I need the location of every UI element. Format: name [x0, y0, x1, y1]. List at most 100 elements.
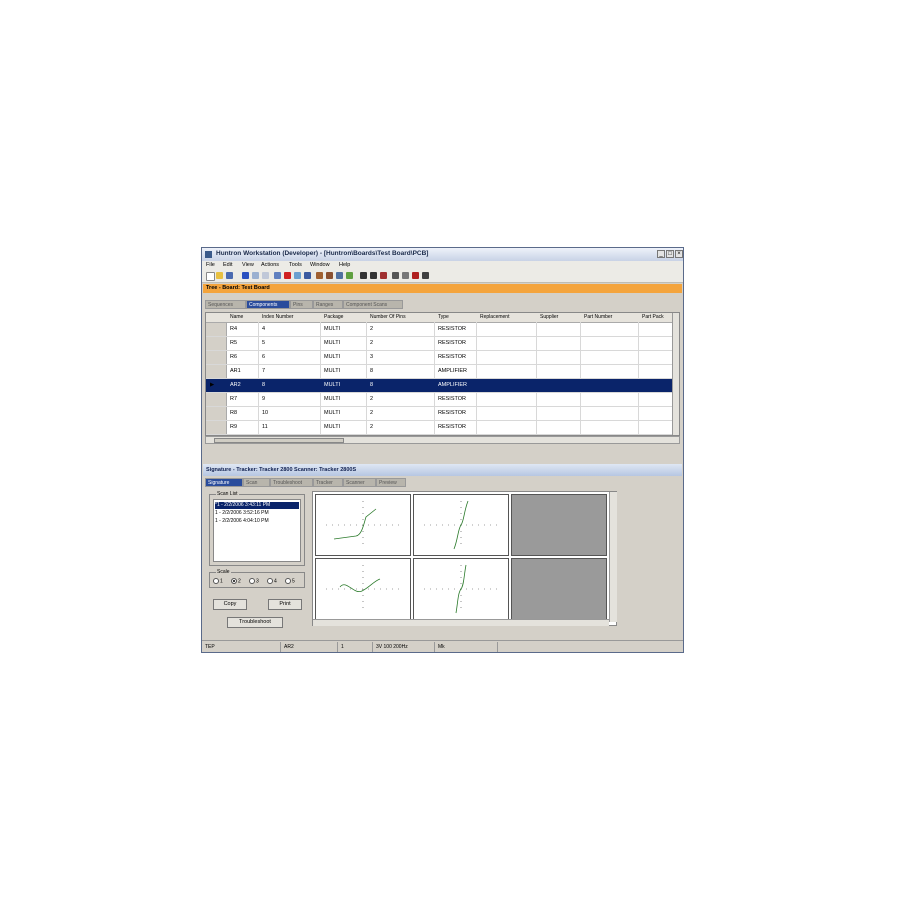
tab-pins[interactable]: Pins — [290, 300, 313, 309]
link-icon[interactable] — [294, 272, 301, 279]
status-pin: 1 — [341, 644, 344, 650]
grid-horizontal-scrollbar[interactable] — [205, 436, 680, 444]
table-cell: R8 — [230, 410, 238, 416]
prn-icon[interactable] — [422, 272, 429, 279]
prev-icon[interactable] — [392, 272, 399, 279]
tree-title: Tree - Board: Test Board — [206, 285, 270, 291]
add-icon[interactable] — [242, 272, 249, 279]
table-row[interactable]: R5 5 MULTI 2 RESISTOR — [206, 337, 679, 351]
minimize-button[interactable]: _ — [657, 250, 665, 258]
grid-vertical-scrollbar[interactable] — [672, 313, 679, 435]
empty-plot[interactable] — [511, 494, 607, 556]
scan-list-item[interactable]: 1 - 2/2/2006 4:04:10 PM — [215, 518, 299, 525]
troubleshoot-button[interactable]: Troubleshoot — [227, 617, 283, 628]
table-cell: MULTI — [324, 424, 341, 430]
table-row[interactable]: R9 11 MULTI 2 RESISTOR — [206, 421, 679, 435]
signature-plot[interactable] — [315, 558, 411, 620]
tab-tracker[interactable]: Tracker — [313, 478, 343, 487]
menu-window[interactable]: Window — [310, 262, 330, 268]
tab-ranges[interactable]: Ranges — [313, 300, 343, 309]
scan-list[interactable]: *1 - 2/2/2006 3:43:11 PM 1 - 2/2/2006 3:… — [213, 499, 301, 562]
tab-preview[interactable]: Preview — [376, 478, 406, 487]
menu-help[interactable]: Help — [339, 262, 350, 268]
table-cell: MULTI — [324, 354, 341, 360]
open-icon[interactable] — [216, 272, 223, 279]
table-cell: 2 — [370, 410, 374, 416]
scale-legend: Scale — [216, 569, 231, 575]
plots-horizontal-scrollbar[interactable] — [313, 619, 609, 626]
components-grid: Name Index Number Package Number Of Pins… — [205, 312, 680, 436]
scroll-thumb[interactable] — [214, 438, 344, 443]
maximize-button[interactable]: □ — [666, 250, 674, 258]
menu-bar: File Edit View Actions Tools Window Help — [202, 261, 683, 270]
scan-list-item[interactable]: 1 - 2/2/2006 3:52:16 PM — [215, 510, 299, 517]
table-row[interactable]: AR1 7 MULTI 8 AMPLIFIER — [206, 365, 679, 379]
paste-icon[interactable] — [262, 272, 269, 279]
col-name[interactable]: Name — [230, 314, 243, 320]
col-part-pack[interactable]: Part Pack — [642, 314, 664, 320]
table-row[interactable]: R8 10 MULTI 2 RESISTOR — [206, 407, 679, 421]
col-replacement[interactable]: Replacement — [480, 314, 509, 320]
cut-icon[interactable] — [274, 272, 281, 279]
col-supplier[interactable]: Supplier — [540, 314, 558, 320]
empty-plot[interactable] — [511, 558, 607, 620]
tracker-icon[interactable] — [360, 272, 367, 279]
component-tabs: Sequences Components Pins Ranges Compone… — [205, 300, 425, 309]
pin-icon[interactable] — [412, 272, 419, 279]
tab-components[interactable]: Components — [246, 300, 290, 309]
delete-icon[interactable] — [284, 272, 291, 279]
scan-icon[interactable] — [326, 272, 333, 279]
plots-vertical-scrollbar[interactable] — [609, 492, 617, 622]
wand-icon[interactable] — [336, 272, 343, 279]
copy-icon[interactable] — [252, 272, 259, 279]
menu-file[interactable]: File — [206, 262, 215, 268]
scale-radio-1[interactable]: 1 — [213, 578, 223, 584]
table-cell: RESISTOR — [438, 326, 467, 332]
close-button[interactable]: × — [675, 250, 683, 258]
curve-trace-3 — [326, 565, 400, 613]
tab-troubleshoot[interactable]: Troubleshoot — [270, 478, 313, 487]
probe-icon[interactable] — [316, 272, 323, 279]
table-row[interactable]: ▶ AR2 8 MULTI 8 AMPLIFIER — [206, 379, 679, 393]
tools-icon[interactable] — [304, 272, 311, 279]
col-pins[interactable]: Number Of Pins — [370, 314, 406, 320]
tab-sequences[interactable]: Sequences — [205, 300, 246, 309]
pcb-icon[interactable] — [380, 272, 387, 279]
signature-tabs: Signature Scan Troubleshoot Tracker Scan… — [205, 478, 406, 487]
tab-scanner[interactable]: Scanner — [343, 478, 376, 487]
tab-scan[interactable]: Scan — [243, 478, 270, 487]
signature-plot[interactable] — [413, 558, 509, 620]
table-row[interactable]: R4 4 MULTI 2 RESISTOR — [206, 323, 679, 337]
signature-plot[interactable] — [413, 494, 509, 556]
scale-radio-3[interactable]: 3 — [249, 578, 259, 584]
scan-list-item[interactable]: *1 - 2/2/2006 3:43:11 PM — [215, 502, 299, 509]
print-button[interactable]: Print — [268, 599, 302, 610]
table-row[interactable]: R7 9 MULTI 2 RESISTOR — [206, 393, 679, 407]
menu-actions[interactable]: Actions — [261, 262, 279, 268]
tree-header: Tree - Board: Test Board — [203, 284, 682, 293]
col-type[interactable]: Type — [438, 314, 449, 320]
copy-button[interactable]: Copy — [213, 599, 247, 610]
tab-signature[interactable]: Signature — [205, 478, 243, 487]
signature-plot[interactable] — [315, 494, 411, 556]
scale-radio-2[interactable]: 2 — [231, 578, 241, 584]
col-part-number[interactable]: Part Number — [584, 314, 612, 320]
menu-view[interactable]: View — [242, 262, 254, 268]
new-icon[interactable] — [206, 272, 215, 281]
scanner-icon[interactable] — [370, 272, 377, 279]
col-index[interactable]: Index Number — [262, 314, 293, 320]
col-package[interactable]: Package — [324, 314, 343, 320]
next-icon[interactable] — [402, 272, 409, 279]
scan-list-group: Scan List *1 - 2/2/2006 3:43:11 PM 1 - 2… — [209, 491, 305, 566]
save-icon[interactable] — [226, 272, 233, 279]
table-row[interactable]: R6 6 MULTI 3 RESISTOR — [206, 351, 679, 365]
menu-tools[interactable]: Tools — [289, 262, 302, 268]
battery-icon[interactable] — [346, 272, 353, 279]
scale-radio-5[interactable]: 5 — [285, 578, 295, 584]
table-cell: 8 — [370, 382, 374, 388]
table-cell: 3 — [370, 354, 374, 360]
signature-plots — [312, 491, 617, 626]
scale-radio-4[interactable]: 4 — [267, 578, 277, 584]
menu-edit[interactable]: Edit — [223, 262, 232, 268]
tab-component-scans[interactable]: Component Scans — [343, 300, 403, 309]
